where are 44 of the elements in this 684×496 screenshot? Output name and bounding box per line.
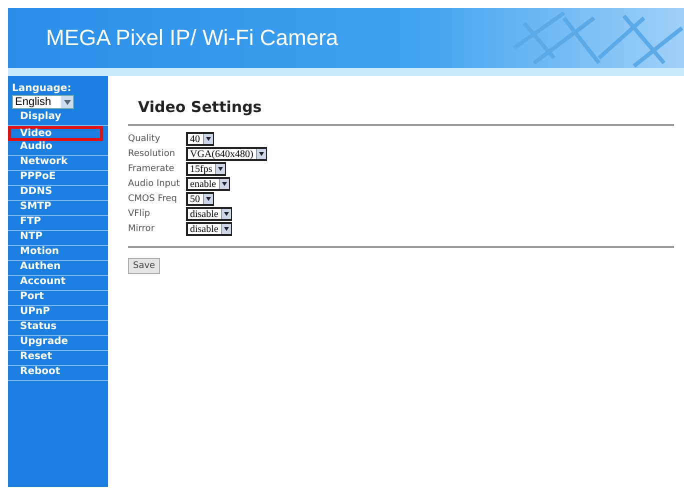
sidebar-item[interactable]: Motion: [8, 246, 108, 261]
caret-icon: [256, 149, 266, 159]
page-heading: Video Settings: [138, 98, 263, 116]
language-label: Language:: [11, 83, 72, 94]
sidebar-item[interactable]: NTP: [8, 231, 108, 246]
dropdown[interactable]: enable: [186, 177, 230, 191]
field-label: Quality: [128, 134, 160, 144]
sidebar-item[interactable]: PPPoE: [8, 171, 108, 186]
dropdown[interactable]: 40: [186, 132, 214, 146]
caret-icon: [203, 134, 213, 144]
sidebar-item[interactable]: Status: [8, 321, 108, 336]
caret-icon: [203, 194, 213, 204]
dropdown[interactable]: disable: [186, 207, 232, 221]
save-button[interactable]: Save: [128, 258, 160, 274]
dropdown[interactable]: VGA(640x480): [186, 147, 268, 161]
field-label: Resolution: [128, 149, 176, 159]
dropdown[interactable]: 50: [186, 192, 214, 206]
sidebar-item[interactable]: Authen: [8, 261, 108, 276]
sidebar-item[interactable]: Upgrade: [8, 336, 108, 351]
caret-icon: [219, 179, 230, 189]
field-label: Framerate: [128, 164, 174, 174]
sidebar-item[interactable]: Video: [8, 126, 103, 141]
sidebar-item[interactable]: Audio: [8, 141, 108, 156]
sidebar-item[interactable]: Port: [8, 291, 108, 306]
field-label: Mirror: [128, 224, 155, 234]
sidebar-item[interactable]: UPnP: [8, 306, 108, 321]
field-label: Audio Input: [128, 179, 180, 189]
field-label: CMOS Freq: [128, 194, 177, 204]
caret-icon: [215, 164, 226, 174]
language-select[interactable]: English: [12, 95, 74, 109]
sidebar-item[interactable]: Reset: [8, 351, 108, 366]
caret-icon: [221, 209, 232, 219]
sidebar-item[interactable]: DDNS: [8, 186, 108, 201]
sidebar-item[interactable]: Reboot: [8, 366, 108, 381]
header-title: MEGA Pixel IP/ Wi-Fi Camera: [46, 25, 338, 51]
sidebar-item[interactable]: FTP: [8, 216, 108, 231]
sidebar-item[interactable]: SMTP: [8, 201, 108, 216]
caret-icon: [221, 224, 232, 234]
caret-icon: [61, 96, 73, 108]
sidebar-item[interactable]: Account: [8, 276, 108, 291]
field-label: VFlip: [128, 209, 150, 219]
sidebar-item[interactable]: Network: [8, 156, 108, 171]
dropdown[interactable]: disable: [186, 222, 232, 236]
dropdown[interactable]: 15fps: [186, 162, 226, 176]
